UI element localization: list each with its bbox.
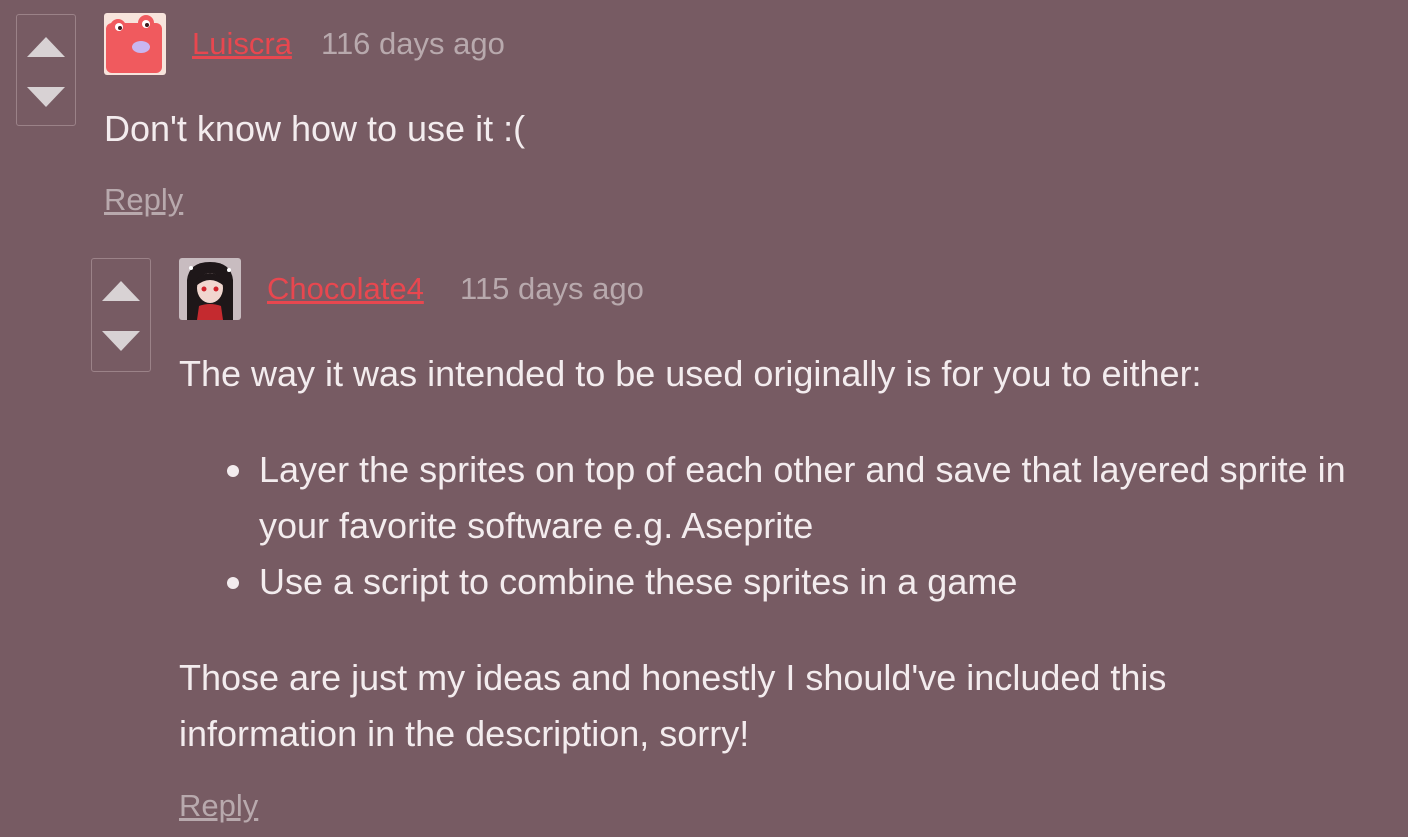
bullet-list: Layer the sprites on top of each other a…: [225, 442, 1395, 610]
vote-box: [91, 258, 151, 372]
downvote-icon[interactable]: [102, 331, 140, 351]
downvote-icon[interactable]: [27, 87, 65, 107]
list-item: Use a script to combine these sprites in…: [225, 554, 1395, 610]
author-link[interactable]: Chocolate4: [267, 271, 424, 307]
upvote-icon[interactable]: [27, 37, 65, 57]
list-item: Layer the sprites on top of each other a…: [225, 442, 1395, 554]
timestamp: 115 days ago: [460, 271, 644, 306]
comment-closing-line: information in the description, sorry!: [179, 713, 750, 754]
avatar[interactable]: [179, 258, 241, 320]
comment-closing-line: Those are just my ideas and honestly I s…: [179, 657, 1167, 698]
reply-link[interactable]: Reply: [104, 182, 183, 218]
comment-body: Don't know how to use it :(: [104, 108, 526, 149]
comment-thread: Luiscra 116 days ago Don't know how to u…: [0, 0, 1408, 837]
vote-box: [16, 14, 76, 126]
timestamp: 116 days ago: [321, 26, 505, 61]
avatar[interactable]: [104, 13, 166, 75]
author-link[interactable]: Luiscra: [192, 26, 292, 62]
upvote-icon[interactable]: [102, 281, 140, 301]
reply-link[interactable]: Reply: [179, 788, 258, 824]
anime-girl-avatar-icon: [179, 258, 241, 320]
comment-intro: The way it was intended to be used origi…: [179, 353, 1202, 394]
pink-blob-avatar-icon: [104, 13, 166, 75]
